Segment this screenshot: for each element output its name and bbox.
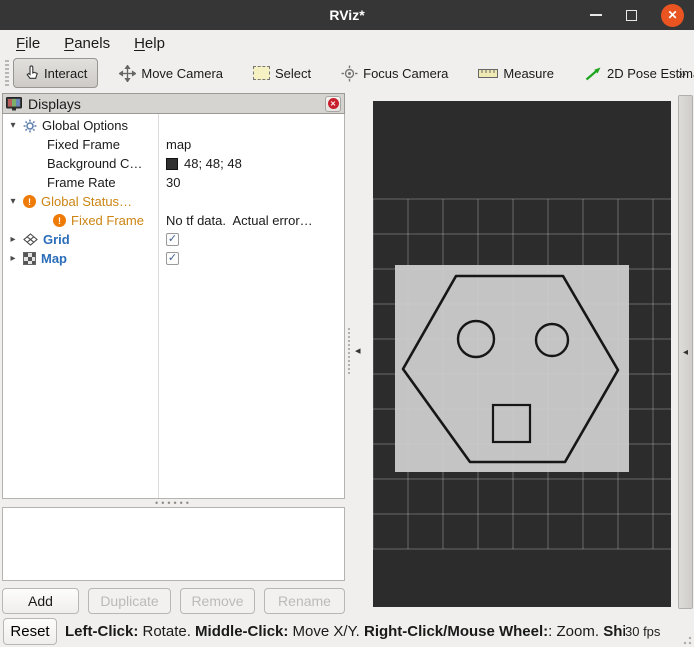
- expander-open-icon[interactable]: ▾: [3, 120, 23, 131]
- collapse-left-icon[interactable]: ◂: [355, 344, 361, 357]
- fps-counter: 30 fps: [625, 623, 661, 639]
- tool-2d-pose-estimate[interactable]: 2D Pose Estimate: [575, 60, 694, 87]
- crosshair-icon: [341, 65, 358, 82]
- row-name: Background C…: [47, 156, 143, 171]
- scene-canvas: [372, 198, 671, 550]
- green-arrow-icon: [584, 66, 602, 81]
- menu-panels[interactable]: Panels: [52, 33, 122, 54]
- tree-row-status-fixed-frame[interactable]: ! Fixed Frame No tf data. Actual error…: [3, 211, 344, 230]
- panel-horizontal-splitter[interactable]: ••••••: [2, 499, 345, 508]
- tool-label: Measure: [503, 65, 554, 81]
- maximize-button[interactable]: [626, 9, 637, 21]
- panel-close-icon: ✕: [327, 98, 339, 109]
- tree-row-frame-rate[interactable]: Frame Rate 30: [3, 173, 344, 192]
- displays-panel: Displays ✕ ▾ Global Options Fixed Frame …: [2, 93, 345, 581]
- maximize-icon: [626, 9, 637, 21]
- row-name: Map: [41, 251, 67, 266]
- window-title: RViz*: [329, 7, 365, 23]
- gear-icon: [23, 119, 37, 133]
- warning-icon: !: [53, 214, 66, 227]
- splitter-handle: [348, 328, 350, 374]
- duplicate-button: Duplicate: [88, 588, 171, 614]
- move-arrows-icon: [119, 64, 137, 82]
- frame-rate-value[interactable]: 30: [166, 175, 180, 190]
- right-panel-collapsed-strip[interactable]: ◂: [678, 95, 693, 609]
- displays-tree[interactable]: ▾ Global Options Fixed Frame map Backgro…: [2, 114, 345, 499]
- row-name: Grid: [43, 232, 70, 247]
- row-name: Global Status…: [41, 194, 133, 209]
- rename-button: Rename: [264, 588, 345, 614]
- tree-row-background-color[interactable]: Background C… 48; 48; 48: [3, 154, 344, 173]
- map-enabled-checkbox[interactable]: ✓: [166, 252, 179, 265]
- displays-panel-buttons: Add Duplicate Remove Rename: [2, 588, 345, 614]
- ruler-icon: [478, 68, 499, 78]
- tool-label: Move Camera: [141, 65, 223, 81]
- fixed-frame-value[interactable]: map: [166, 137, 191, 152]
- tool-measure[interactable]: Measure: [469, 60, 563, 87]
- minimize-button[interactable]: [590, 14, 602, 16]
- render-viewport[interactable]: [372, 101, 671, 607]
- tree-row-grid[interactable]: ▸ Grid ✓: [3, 230, 344, 249]
- description-box: [2, 507, 345, 581]
- warning-icon: !: [23, 195, 36, 208]
- tool-label: Interact: [44, 65, 88, 81]
- monitor-icon: [6, 96, 22, 111]
- add-button[interactable]: Add: [2, 588, 80, 614]
- tool-label: Select: [275, 65, 312, 81]
- color-swatch: [166, 157, 178, 170]
- close-icon: ✕: [667, 8, 678, 22]
- expander-closed-icon[interactable]: ▸: [3, 253, 23, 264]
- window-controls: ✕: [590, 0, 684, 30]
- tree-row-global-status[interactable]: ▾ ! Global Status…: [3, 192, 344, 211]
- close-button[interactable]: ✕: [661, 3, 684, 27]
- status-message: No tf data. Actual error…: [166, 213, 313, 228]
- row-name: Fixed Frame: [47, 137, 120, 152]
- collapse-right-icon: ◂: [682, 346, 689, 358]
- row-name: Global Options: [42, 118, 128, 133]
- row-name: Fixed Frame: [71, 213, 144, 228]
- expander-open-icon[interactable]: ▾: [3, 196, 23, 207]
- tool-select[interactable]: Select: [244, 60, 320, 87]
- displays-panel-header[interactable]: Displays ✕: [2, 93, 345, 114]
- displays-panel-title: Displays: [28, 95, 81, 112]
- map-icon: [23, 252, 36, 265]
- expander-closed-icon[interactable]: ▸: [3, 234, 23, 245]
- main-area: Displays ✕ ▾ Global Options Fixed Frame …: [0, 90, 694, 615]
- hand-pointer-icon: [24, 65, 39, 81]
- toolbar: Interact Move Camera Select Focus Camera…: [0, 56, 694, 90]
- tree-row-global-options[interactable]: ▾ Global Options: [3, 116, 344, 135]
- remove-button: Remove: [179, 588, 256, 614]
- statusbar: Reset Left-Click: Rotate. Middle-Click: …: [0, 615, 694, 647]
- tool-focus-camera[interactable]: Focus Camera: [332, 59, 457, 88]
- toolbar-overflow-button[interactable]: »: [678, 65, 686, 81]
- mouse-help-text: Left-Click: Rotate. Middle-Click: Move X…: [65, 622, 625, 640]
- titlebar[interactable]: RViz* ✕: [0, 0, 694, 30]
- toolbar-grip[interactable]: [5, 60, 9, 86]
- menu-file[interactable]: File: [4, 33, 52, 54]
- selection-box-icon: [253, 66, 270, 80]
- grid-enabled-checkbox[interactable]: ✓: [166, 233, 179, 246]
- reset-button[interactable]: Reset: [3, 617, 57, 645]
- row-name: Frame Rate: [47, 175, 116, 190]
- window-resize-grip[interactable]: [682, 635, 692, 645]
- menu-help[interactable]: Help: [122, 33, 177, 54]
- tool-label: Focus Camera: [363, 65, 449, 81]
- tree-column-divider[interactable]: [158, 114, 159, 498]
- tool-move-camera[interactable]: Move Camera: [110, 59, 232, 88]
- panel-view-splitter[interactable]: ◂: [345, 90, 373, 615]
- tree-row-fixed-frame[interactable]: Fixed Frame map: [3, 135, 344, 154]
- tree-row-map[interactable]: ▸ Map ✓: [3, 249, 344, 268]
- panel-close-button[interactable]: ✕: [325, 95, 341, 112]
- grid-icon: [23, 233, 38, 246]
- background-color-value[interactable]: 48; 48; 48: [184, 156, 242, 171]
- minimize-icon: [590, 14, 602, 16]
- menubar: File Panels Help: [0, 30, 694, 56]
- tool-interact[interactable]: Interact: [13, 58, 99, 88]
